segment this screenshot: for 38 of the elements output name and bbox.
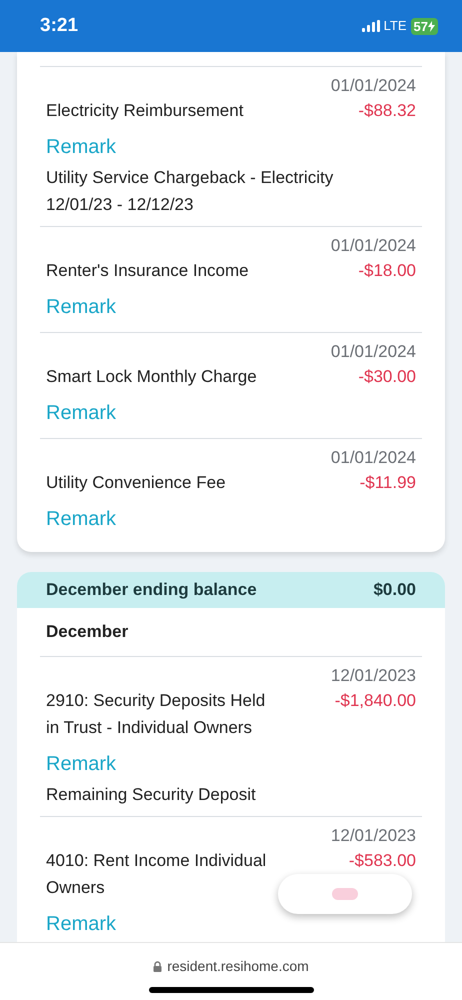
transaction-amount: -$88.32 [358,100,416,122]
month-label: December [46,621,128,644]
transaction-description: 2910: Security Deposits Held in Trust - Individual Owners [46,690,266,739]
transaction-description: Electricity Reimbursement [46,100,244,122]
status-time: 3:21 [40,14,78,38]
remark-link[interactable]: Remark [46,130,116,164]
remark-link[interactable]: Remark [46,747,116,781]
transaction-date: 01/01/2024 [330,447,416,469]
balance-label: December ending balance [46,579,257,602]
transaction-date: 01/01/2024 [330,235,416,257]
transaction-date: 12/01/2023 [330,665,416,687]
transaction-amount: -$30.00 [358,366,416,388]
transaction-description: Smart Lock Monthly Charge [46,366,257,388]
transaction-description: Renter's Insurance Income [46,260,249,282]
floating-pill[interactable] [278,874,412,914]
transaction-note: Remaining Security Deposit [46,784,257,806]
transaction-amount: -$11.99 [360,472,416,494]
balance-amount: $0.00 [373,579,416,602]
transaction-note: Utility Service Chargeback - Electricity 12/01/23 - 12/12/23 [46,167,334,216]
transaction-date: 01/01/2024 [330,341,416,363]
network-label: LTE [384,17,407,36]
bolt-icon [428,20,435,32]
pill-indicator-icon [332,888,358,900]
transaction-amount: -$18.00 [358,260,416,282]
transaction-description: Utility Convenience Fee [46,472,226,494]
transaction-amount: -$1,840.00 [334,690,416,712]
transaction-description: 4010: Rent Income Individual Owners [46,850,268,899]
transaction-date: 01/01/2024 [330,75,416,97]
transaction-amount: -$583.00 [348,850,416,872]
remark-link[interactable]: Remark [46,907,116,941]
lock-icon [153,961,162,972]
remark-link[interactable]: Remark [46,502,116,536]
battery-indicator: 57 [410,18,438,34]
remark-link[interactable]: Remark [46,396,116,430]
url-text[interactable]: resident.resihome.com [167,956,309,977]
signal-icon [362,20,380,32]
transaction-date: 12/01/2023 [330,825,416,847]
remark-link[interactable]: Remark [46,290,116,324]
